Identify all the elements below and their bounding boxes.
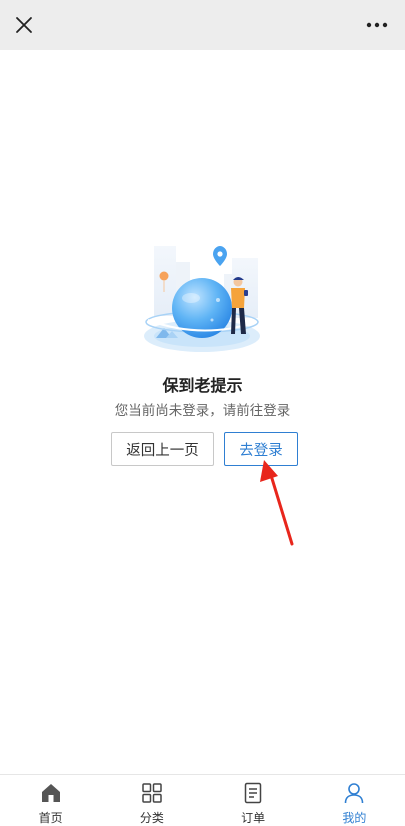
- notice-title: 保到老提示: [162, 376, 243, 395]
- annotation-arrow: [260, 460, 294, 546]
- bottom-tab-bar: 首页 分类 订单 我的: [0, 774, 405, 826]
- tab-mine[interactable]: 我的: [304, 775, 405, 826]
- tab-label: 我的: [342, 811, 367, 825]
- page: 保到老提示 您当前尚未登录，请前往登录 返回上一页 去登录 首页 分类 订单 我…: [0, 0, 405, 826]
- back-button[interactable]: 返回上一页: [111, 432, 214, 466]
- close-icon: [16, 17, 32, 33]
- more-button[interactable]: [355, 0, 399, 50]
- tab-label: 订单: [241, 811, 266, 825]
- top-bar: [0, 0, 405, 50]
- close-button[interactable]: [2, 0, 46, 50]
- tab-label: 分类: [139, 811, 164, 825]
- user-icon: [342, 781, 366, 805]
- more-dots-icon: [366, 22, 388, 28]
- tab-home[interactable]: 首页: [0, 775, 101, 826]
- tab-category[interactable]: 分类: [101, 775, 202, 826]
- order-document-icon: [241, 781, 265, 805]
- tab-orders[interactable]: 订单: [203, 775, 304, 826]
- home-icon: [39, 781, 63, 805]
- tab-label: 首页: [38, 811, 63, 825]
- category-grid-icon: [140, 781, 164, 805]
- notice-subtitle: 您当前尚未登录，请前往登录: [114, 403, 291, 419]
- login-required-illustration: [144, 246, 260, 352]
